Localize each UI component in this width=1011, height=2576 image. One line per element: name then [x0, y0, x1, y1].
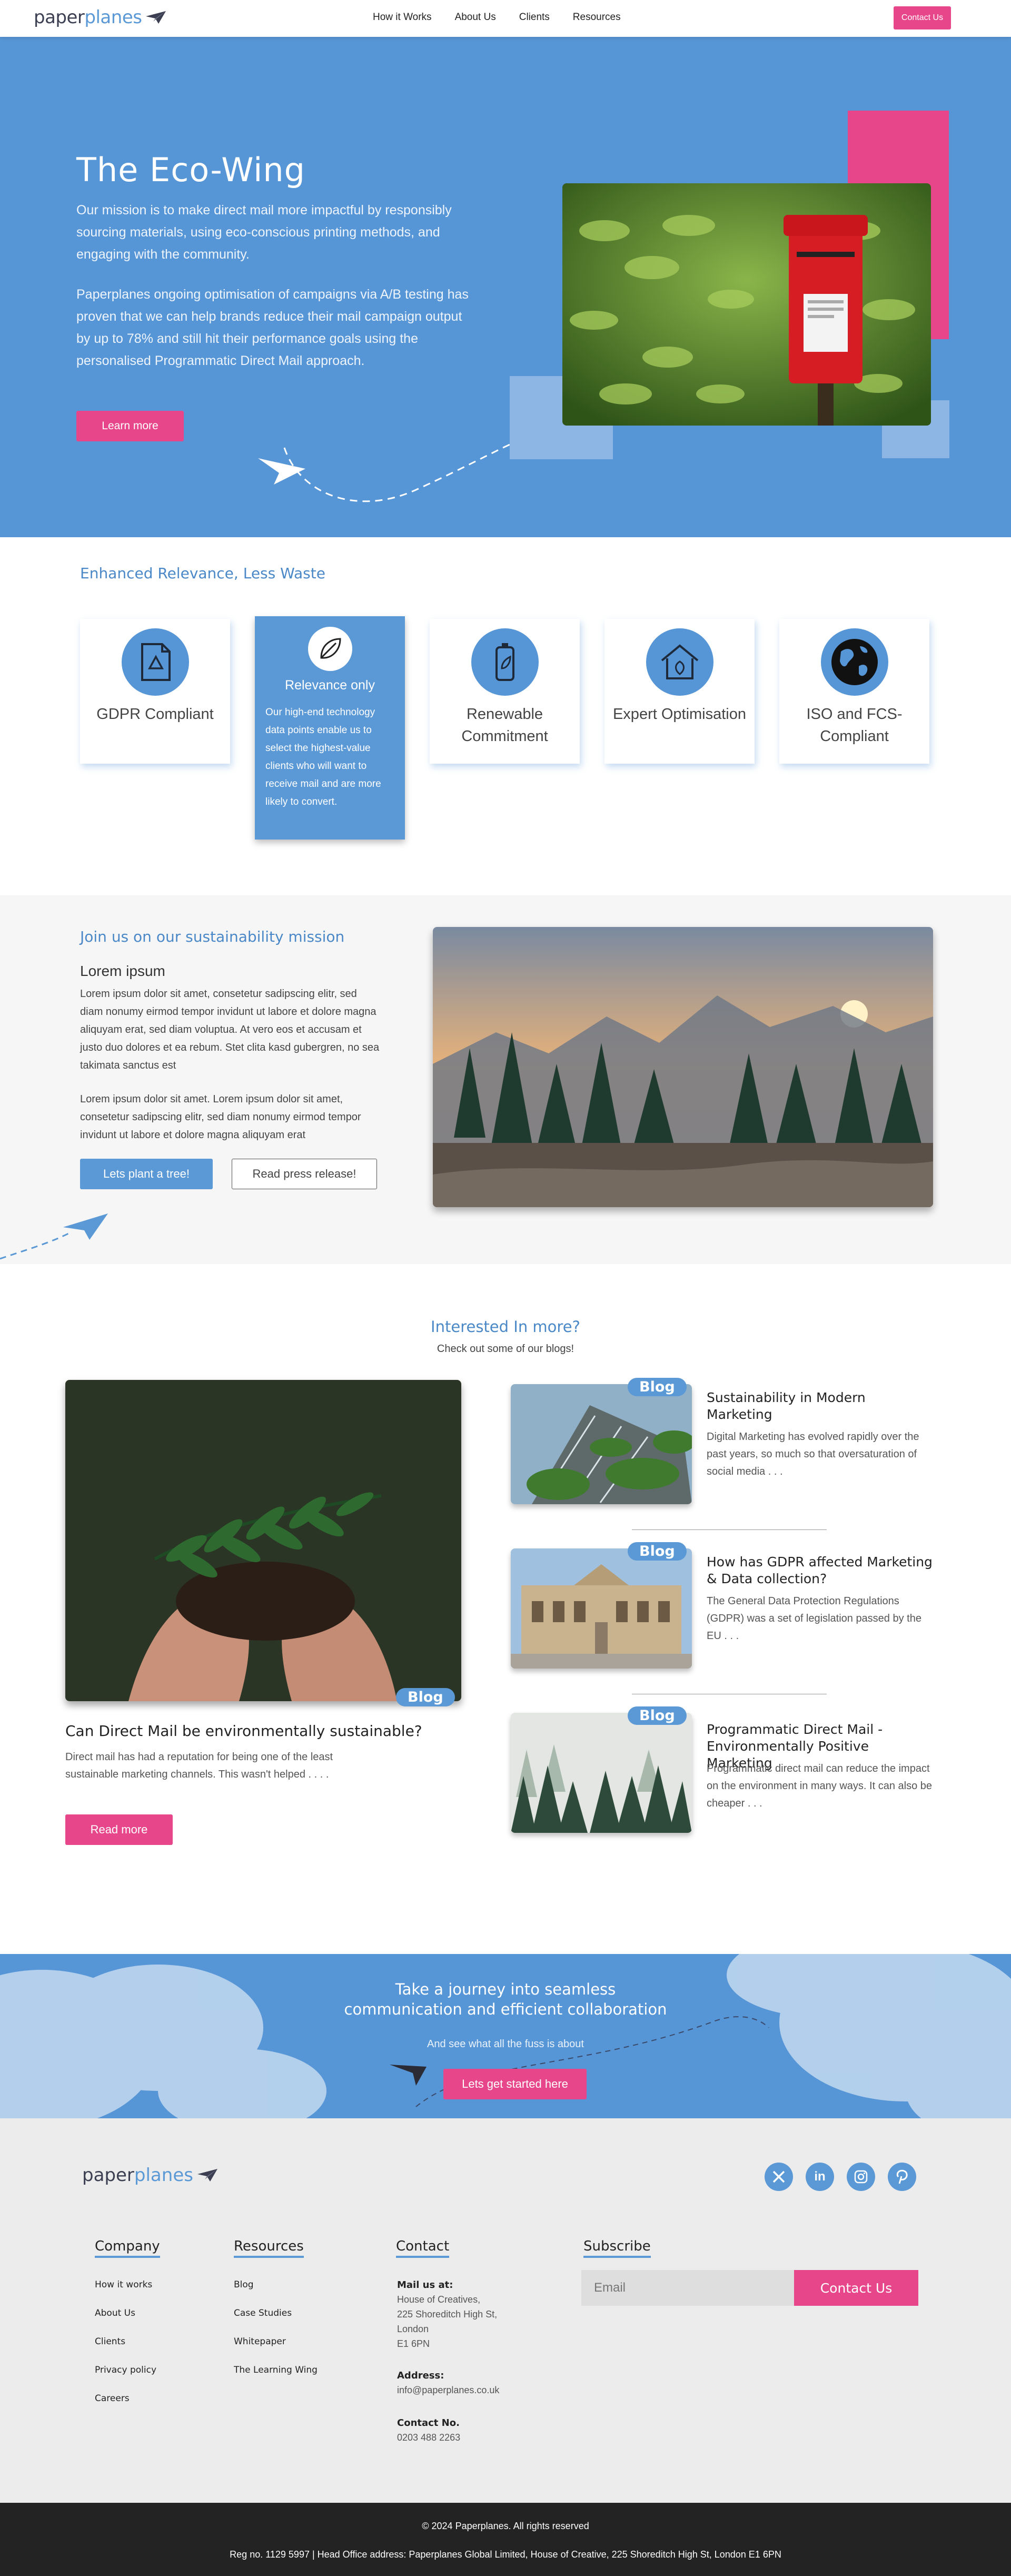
main-blog-title[interactable]: Can Direct Mail be environmentally susta… — [65, 1722, 422, 1740]
feature-card-gdpr[interactable]: GDPR Compliant — [80, 619, 230, 764]
paper-plane-trail-icon — [258, 436, 527, 502]
contact-email[interactable]: info@paperplanes.co.uk — [397, 2383, 499, 2397]
hero-paragraph-2: Paperplanes ongoing optimisation of camp… — [76, 287, 469, 368]
feature-label: ISO and FCS-Compliant — [806, 706, 903, 745]
feature-label: Renewable Commitment — [461, 706, 548, 745]
footer-resources-heading: Resources — [234, 2238, 304, 2258]
postbox-image — [562, 183, 931, 426]
top-nav: paper planes How it Works About Us Client… — [0, 0, 1011, 37]
footer-company-heading: Company — [95, 2238, 160, 2258]
mission-paragraph-2: Lorem ipsum dolor sit amet. Lorem ipsum … — [80, 1093, 361, 1141]
footer-link-case-studies[interactable]: Case Studies — [234, 2308, 292, 2318]
footer: paper planes in Company How it works Abou… — [0, 2118, 1011, 2503]
post-title[interactable]: Sustainability in Modern Marketing — [707, 1389, 933, 1423]
mail-address: House of Creatives, 225 Shoreditch High … — [397, 2294, 498, 2349]
post-description: Digital Marketing has evolved rapidly ov… — [707, 1431, 919, 1477]
blog-badge: Blog — [628, 1542, 687, 1561]
footer-logo[interactable]: paper planes — [82, 2165, 219, 2186]
post-description: The General Data Protection Regulations … — [707, 1595, 921, 1642]
read-more-button[interactable]: Read more — [65, 1814, 173, 1845]
cta-subtitle: And see what all the fuss is about — [427, 2038, 584, 2050]
feature-label: Relevance only — [285, 678, 375, 693]
copyright-text: © 2024 Paperplanes. All rights reserved — [422, 2521, 589, 2531]
cta-title: Take a journey into seamless communicatio… — [344, 1980, 667, 2018]
blog-badge: Blog — [628, 1378, 687, 1396]
leaf-icon — [308, 627, 352, 671]
contact-phone[interactable]: 0203 488 2263 — [397, 2430, 460, 2445]
hero-section: The Eco-Wing Our mission is to make dire… — [0, 37, 1011, 537]
hands-fern-image[interactable] — [65, 1380, 461, 1701]
address-label: Address: — [397, 2370, 444, 2381]
blog-badge: Blog — [628, 1706, 687, 1725]
feature-description: Our high-end technology data points enab… — [265, 707, 381, 807]
footer-contact-heading: Contact — [396, 2238, 450, 2258]
press-release-button[interactable]: Read press release! — [232, 1159, 377, 1189]
features-section: Enhanced Relevance, Less Waste GDPR Comp… — [0, 537, 1011, 895]
x-icon[interactable] — [765, 2163, 793, 2191]
post-divider — [632, 1529, 827, 1530]
mail-label: Mail us at: — [397, 2279, 453, 2291]
footer-link-about-us[interactable]: About Us — [95, 2308, 135, 2318]
blogs-heading: Interested In more? — [431, 1318, 580, 1336]
cta-section: Take a journey into seamless communicatio… — [0, 1954, 1011, 2118]
nav-resources[interactable]: Resources — [573, 12, 621, 23]
paper-plane-icon — [146, 11, 166, 24]
gdpr-document-icon — [121, 628, 189, 696]
blogs-section: Interested In more? Check out some of ou… — [0, 1264, 1011, 1954]
instagram-icon[interactable] — [847, 2163, 875, 2191]
forest-sunset-image — [433, 927, 933, 1207]
brand-logo[interactable]: paper planes — [34, 7, 167, 28]
footer-link-clients[interactable]: Clients — [95, 2336, 125, 2347]
subscribe-email-input[interactable] — [581, 2270, 794, 2306]
linkedin-icon[interactable]: in — [806, 2163, 834, 2191]
renewable-battery-icon — [471, 628, 539, 696]
phone-label: Contact No. — [397, 2417, 460, 2429]
feature-card-relevance[interactable]: Relevance only Our high-end technology d… — [255, 616, 405, 840]
globe-icon — [820, 628, 888, 696]
paper-plane-icon — [197, 2169, 217, 2182]
hero-title: The Eco-Wing — [76, 151, 306, 189]
contact-us-button[interactable]: Contact Us — [894, 6, 951, 29]
mission-paragraph-1: Lorem ipsum dolor sit amet, consetetur s… — [80, 988, 380, 1071]
eco-house-icon — [646, 628, 713, 696]
feature-card-optimisation[interactable]: Expert Optimisation — [604, 619, 755, 764]
main-nav: How it Works About Us Clients Resources — [373, 12, 644, 23]
footer-link-careers[interactable]: Careers — [95, 2393, 130, 2404]
green-building-image[interactable] — [511, 1384, 692, 1504]
footer-link-how-it-works[interactable]: How it works — [95, 2279, 152, 2290]
historic-building-image[interactable] — [511, 1548, 692, 1669]
mission-subheading: Lorem ipsum — [80, 963, 165, 979]
footer-bottom-bar: © 2024 Paperplanes. All rights reserved … — [0, 2503, 1011, 2576]
nav-clients[interactable]: Clients — [519, 12, 550, 23]
post-description: Programmatic direct mail can reduce the … — [707, 1763, 933, 1809]
feature-card-renewable[interactable]: Renewable Commitment — [430, 619, 580, 764]
legal-text: Reg no. 1129 5997 | Head Office address:… — [230, 2549, 781, 2560]
nav-how-it-works[interactable]: How it Works — [373, 12, 432, 23]
feature-label: Expert Optimisation — [612, 706, 747, 723]
mission-heading: Join us on our sustainability mission — [80, 928, 345, 945]
footer-link-blog[interactable]: Blog — [234, 2279, 254, 2290]
main-blog-description: Direct mail has had a reputation for bei… — [65, 1751, 333, 1780]
get-started-button[interactable]: Lets get started here — [443, 2069, 587, 2099]
footer-link-learning-wing[interactable]: The Learning Wing — [234, 2365, 318, 2375]
hero-paragraph-1: Our mission is to make direct mail more … — [76, 203, 452, 262]
mission-section: Join us on our sustainability mission Lo… — [0, 895, 1011, 1264]
misty-forest-image[interactable] — [511, 1713, 692, 1833]
footer-subscribe-heading: Subscribe — [583, 2238, 651, 2258]
footer-link-whitepaper[interactable]: Whitepaper — [234, 2336, 286, 2347]
nav-about-us[interactable]: About Us — [455, 12, 496, 23]
features-heading: Enhanced Relevance, Less Waste — [80, 565, 325, 582]
subscribe-contact-button[interactable]: Contact Us — [794, 2270, 918, 2306]
footer-link-privacy-policy[interactable]: Privacy policy — [95, 2365, 156, 2375]
post-title[interactable]: How has GDPR affected Marketing & Data c… — [707, 1554, 933, 1587]
learn-more-button[interactable]: Learn more — [76, 411, 184, 441]
paper-plane-trail-icon — [0, 1213, 108, 1260]
blogs-subheading: Check out some of our blogs! — [437, 1343, 574, 1355]
blog-badge: Blog — [396, 1688, 455, 1706]
feature-label: GDPR Compliant — [96, 706, 214, 723]
feature-card-iso[interactable]: ISO and FCS-Compliant — [779, 619, 929, 764]
pinterest-icon[interactable] — [888, 2163, 916, 2191]
